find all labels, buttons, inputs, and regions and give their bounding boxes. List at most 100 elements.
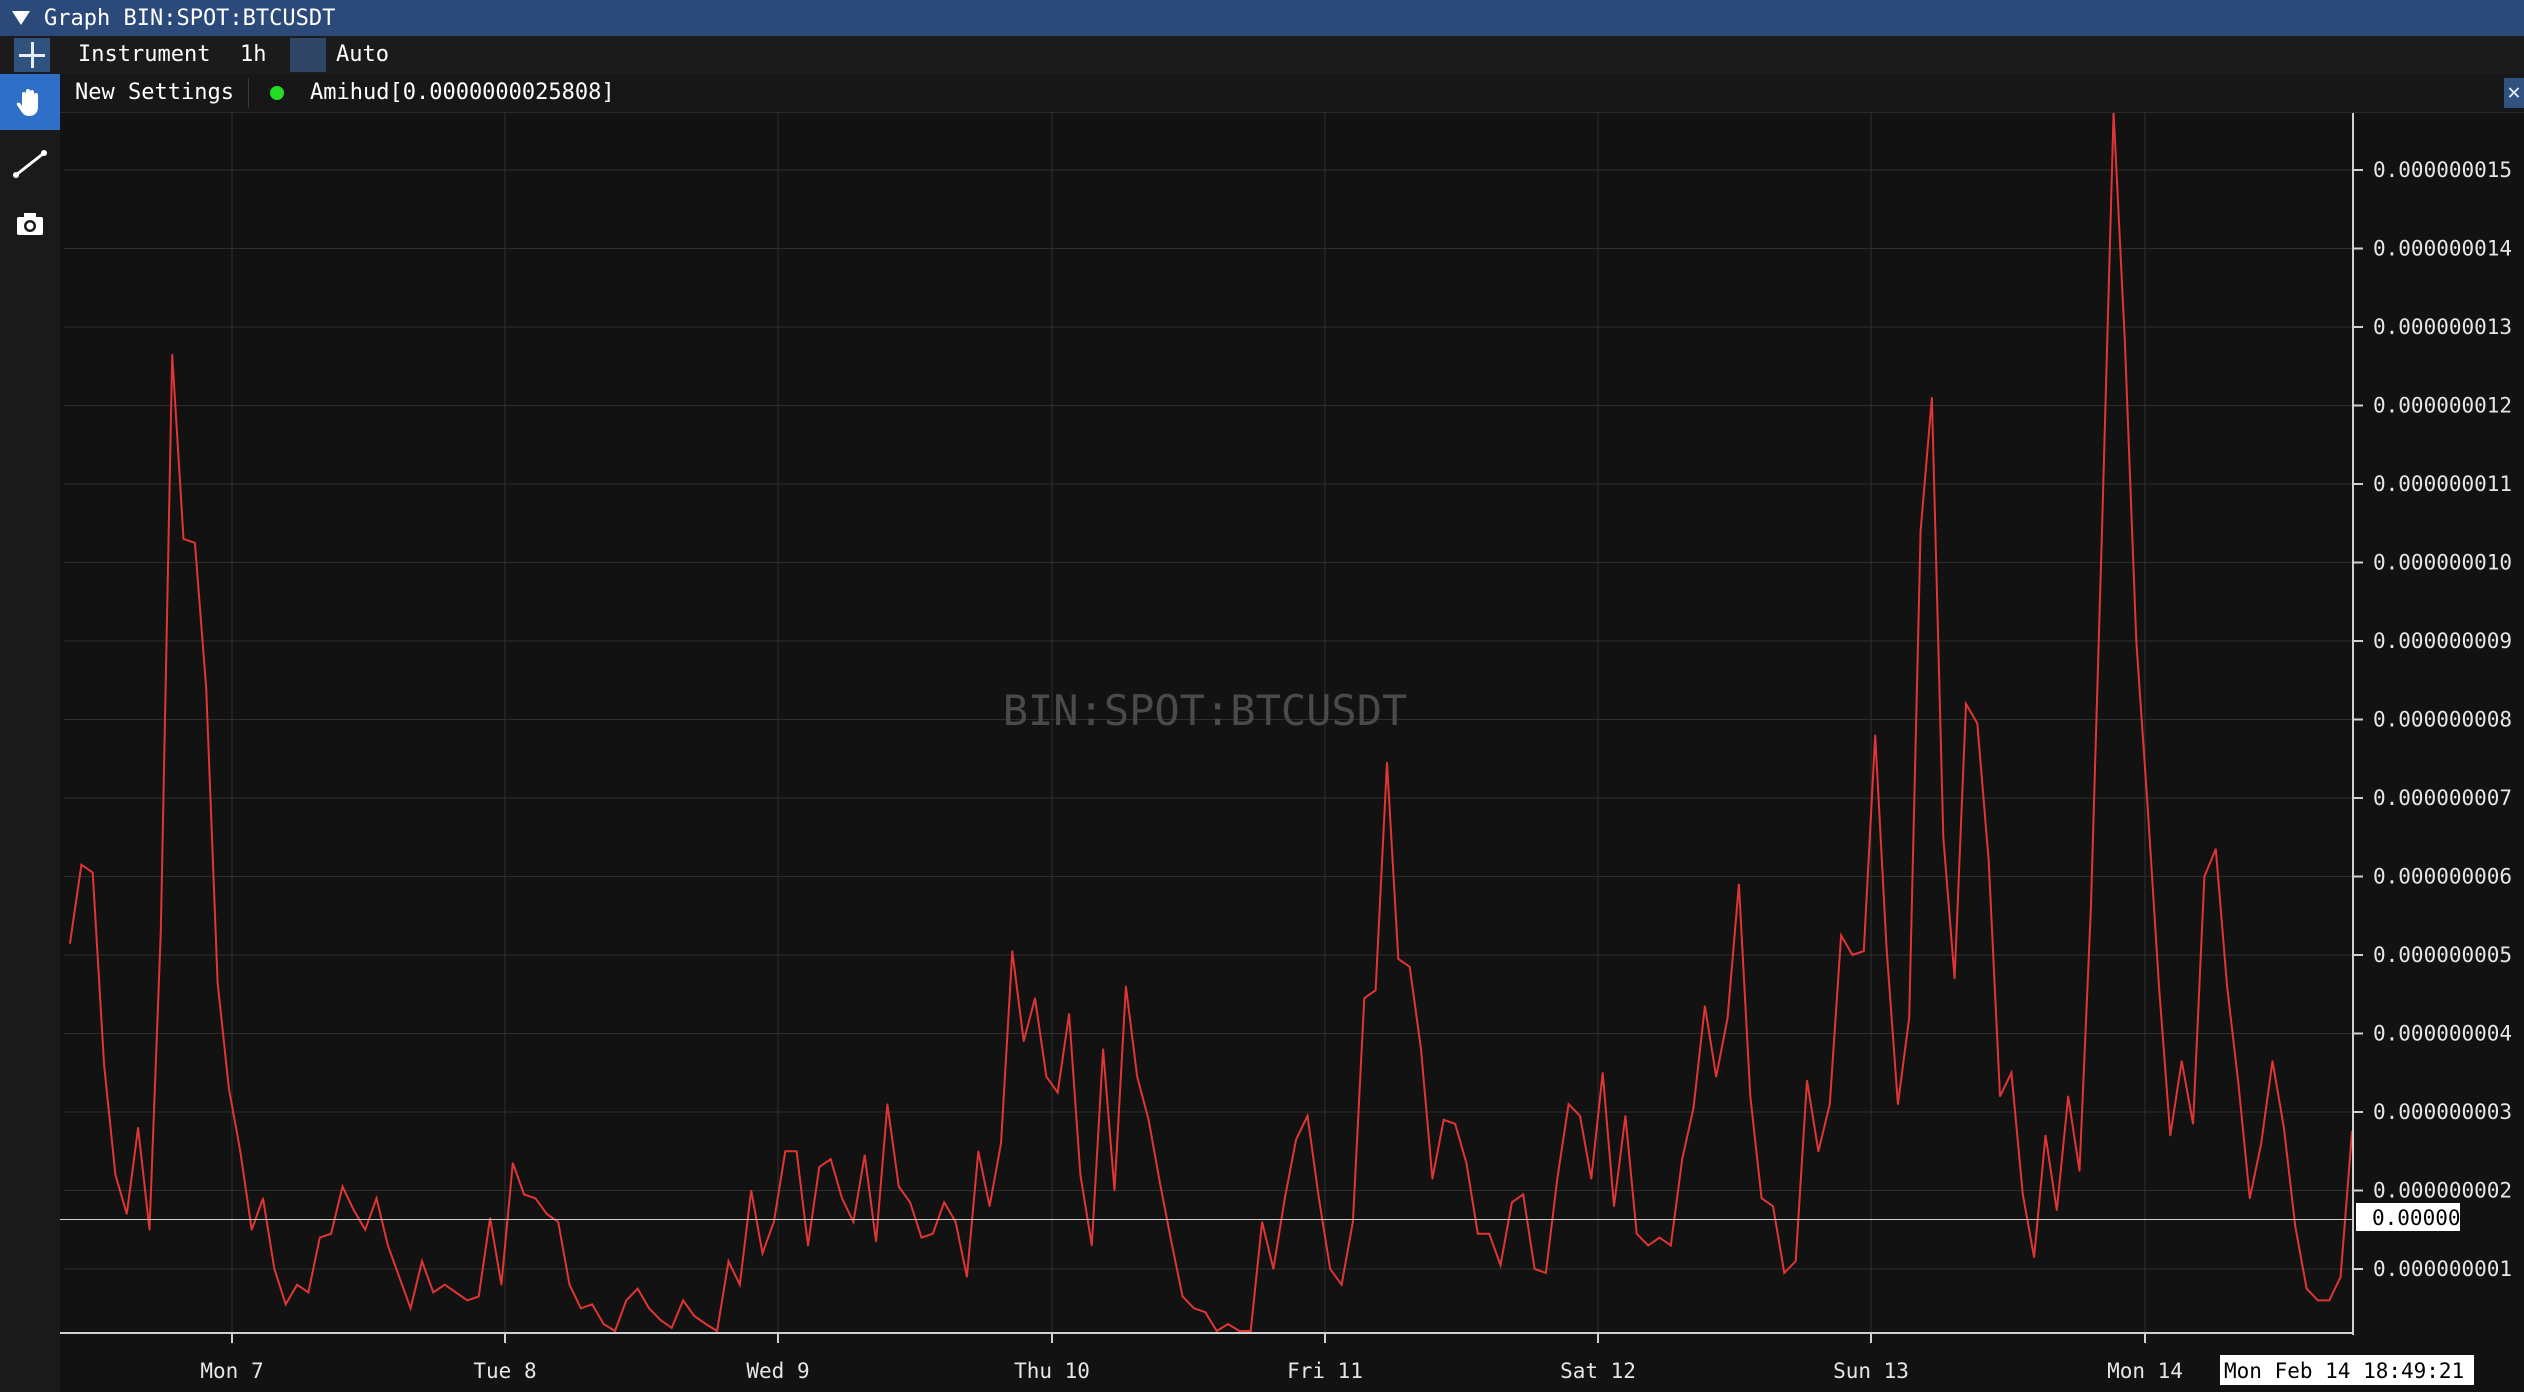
- data-point: [977, 1150, 980, 1153]
- data-point: [2067, 1095, 2069, 1098]
- crosshair-y-label: 0.00000: [2356, 1203, 2461, 1231]
- data-point: [625, 1299, 628, 1302]
- data-point: [1499, 1264, 1502, 1266]
- screenshot-tool-button[interactable]: [0, 196, 60, 252]
- x-tick-label: Wed 9: [746, 1359, 809, 1383]
- data-point: [2078, 1170, 2081, 1172]
- data-point: [387, 1244, 389, 1247]
- data-point: [795, 1150, 798, 1153]
- data-point: [409, 1307, 412, 1310]
- data-point: [443, 1283, 446, 1286]
- data-point: [2180, 1060, 2183, 1062]
- data-point: [1102, 1048, 1104, 1050]
- data-point: [2022, 1193, 2024, 1196]
- data-point: [682, 1299, 684, 1302]
- line-tool-button[interactable]: [0, 136, 60, 192]
- data-point: [2203, 875, 2206, 878]
- data-point: [284, 1303, 287, 1306]
- data-point: [886, 1103, 889, 1105]
- chart-watermark: BIN:SPOT:BTCUSDT: [1003, 686, 1408, 735]
- data-point: [988, 1205, 991, 1207]
- indicator-label[interactable]: Amihud[0.0000000025808]: [310, 74, 615, 112]
- data-point: [1590, 1177, 1593, 1180]
- y-tick-label: 0.000000010: [2373, 551, 2512, 575]
- data-point: [1159, 1181, 1161, 1184]
- x-tick-label: Mon 7: [200, 1359, 263, 1383]
- y-tick-label: 0.000000015: [2373, 158, 2512, 182]
- data-point: [920, 1236, 923, 1239]
- interval-button[interactable]: 1h: [240, 36, 267, 74]
- data-point: [591, 1303, 593, 1306]
- data-point: [1397, 958, 1400, 960]
- data-point: [1113, 1189, 1116, 1192]
- data-point: [228, 1087, 230, 1090]
- data-point: [1227, 1323, 1229, 1325]
- data-point: [216, 981, 219, 984]
- data-point: [1454, 1123, 1456, 1125]
- data-point: [2215, 848, 2217, 850]
- data-point: [716, 1330, 718, 1332]
- data-point: [2237, 1083, 2240, 1086]
- data-point: [2271, 1060, 2274, 1062]
- data-point: [1249, 1330, 1252, 1332]
- line-tool-icon: [13, 150, 47, 178]
- data-point: [171, 353, 173, 356]
- crosshair-y-value: 0.00000: [2372, 1206, 2461, 1230]
- data-point: [693, 1315, 696, 1317]
- data-point: [160, 930, 162, 933]
- data-point: [1579, 1115, 1581, 1117]
- x-tick-label: Sun 13: [1833, 1359, 1909, 1383]
- data-point: [727, 1260, 730, 1262]
- data-point: [512, 1162, 514, 1164]
- indicator-status-dot[interactable]: [270, 86, 284, 100]
- data-point: [636, 1287, 639, 1290]
- data-point: [1284, 1197, 1286, 1200]
- auto-scale-label[interactable]: Auto: [336, 36, 389, 74]
- instrument-button[interactable]: Instrument: [78, 36, 210, 74]
- data-point: [829, 1158, 832, 1160]
- y-tick-label: 0.000000007: [2373, 786, 2512, 810]
- add-plus-button[interactable]: [14, 38, 50, 72]
- data-point: [1045, 1075, 1048, 1078]
- data-point: [523, 1193, 525, 1196]
- chart-canvas[interactable]: BIN:SPOT:BTCUSDT Mon 7 Tue 8 Wed 9 Thu 10 Fr…: [0, 0, 2524, 1392]
- data-point: [1386, 761, 1388, 764]
- pan-tool-button[interactable]: [0, 74, 60, 130]
- data-point: [1170, 1240, 1173, 1243]
- data-point: [194, 542, 196, 544]
- data-point: [750, 1189, 752, 1192]
- data-point: [1567, 1103, 1570, 1105]
- crosshair-x-label: Mon Feb 14 18:49:21: [2220, 1355, 2474, 1385]
- close-indicator-button[interactable]: ✕: [2504, 78, 2524, 108]
- new-settings-button[interactable]: New Settings: [75, 74, 234, 112]
- data-point: [1363, 997, 1366, 999]
- data-point: [546, 1213, 548, 1215]
- data-point: [1806, 1079, 1808, 1082]
- data-point: [1931, 396, 1933, 399]
- auto-scale-toggle[interactable]: [290, 38, 326, 72]
- data-point: [1885, 946, 1888, 948]
- y-tick-label: 0.000000005: [2373, 943, 2512, 967]
- main-toolbar: Instrument 1h Auto: [0, 36, 2524, 74]
- window-titlebar[interactable]: Graph BIN:SPOT:BTCUSDT: [0, 0, 2524, 36]
- data-point: [1715, 1075, 1717, 1078]
- data-point: [534, 1197, 537, 1200]
- data-point: [841, 1197, 843, 1200]
- data-point: [705, 1323, 707, 1325]
- data-point: [1533, 1268, 1536, 1270]
- data-point: [2146, 805, 2149, 807]
- data-point: [659, 1319, 662, 1321]
- data-point: [1238, 1330, 1241, 1332]
- data-point: [2328, 1299, 2331, 1302]
- window-title: Graph BIN:SPOT:BTCUSDT: [44, 5, 336, 31]
- data-point: [2135, 640, 2138, 642]
- data-point: [1011, 950, 1014, 952]
- data-point: [239, 1150, 242, 1153]
- data-point: [1295, 1138, 1297, 1141]
- data-point: [1999, 1095, 2001, 1098]
- data-point: [1692, 1107, 1695, 1109]
- data-point: [455, 1291, 457, 1294]
- collapse-triangle-icon[interactable]: [12, 11, 30, 25]
- data-point: [2339, 1276, 2342, 1278]
- data-point: [1193, 1307, 1195, 1310]
